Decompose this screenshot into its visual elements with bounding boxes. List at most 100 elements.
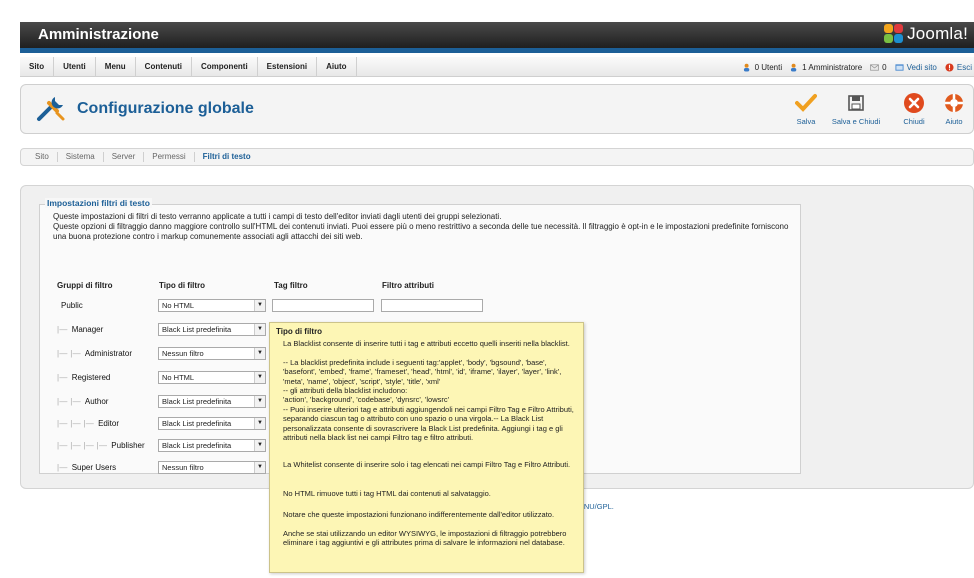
logout-link[interactable]: Esci [945, 63, 972, 72]
filter-type-select[interactable]: Black List predefinita ▼ [158, 417, 266, 430]
group-name: Public [61, 301, 83, 310]
filter-type-select[interactable]: Black List predefinita ▼ [158, 395, 266, 408]
help-label: Aiuto [945, 117, 963, 126]
filter-group-row: |— |— |— Editor [57, 419, 119, 428]
chevron-down-icon: ▼ [254, 300, 265, 311]
chevron-down-icon: ▼ [254, 462, 265, 473]
save-close-label: Salva e Chiudi [831, 117, 881, 126]
group-name: Super Users [71, 463, 117, 472]
view-site-link[interactable]: Vedi sito [895, 63, 937, 72]
close-label: Chiudi [903, 117, 925, 126]
tab-permessi[interactable]: Permessi [144, 152, 195, 162]
filter-type-value: No HTML [162, 301, 195, 310]
filters-description-1: Queste impostazioni di filtri di testo v… [53, 212, 502, 221]
joomla-logo: Joomla! [884, 24, 968, 44]
filters-description: Queste impostazioni di filtri di testo v… [53, 212, 793, 242]
tree-indent: |— |— |— |— [57, 441, 108, 450]
tooltip-paragraph: La Whitelist consente di inserire solo i… [283, 460, 571, 469]
attr-filter-input[interactable] [381, 299, 483, 312]
col-header-attrs: Filtro attributi [382, 281, 434, 290]
tag-filter-input[interactable] [272, 299, 374, 312]
tools-icon [37, 97, 65, 121]
tab-sistema[interactable]: Sistema [58, 152, 104, 162]
filter-group-row: |— |— |— |— Publisher [57, 441, 145, 450]
save-label: Salva [796, 117, 816, 126]
menu-contenuti[interactable]: Contenuti [136, 57, 192, 77]
main-menu-bar: Sito Utenti Menu Contenuti Componenti Es… [20, 57, 974, 77]
save-disk-icon [848, 95, 864, 111]
filter-type-select[interactable]: Black List predefinita ▼ [158, 323, 266, 336]
filter-group-row: |— Registered [57, 373, 110, 382]
help-lifebuoy-icon [945, 94, 963, 112]
filter-type-select[interactable]: No HTML ▼ [158, 371, 266, 384]
filter-group-row: Public [57, 301, 83, 310]
filter-type-select[interactable]: Nessun filtro ▼ [158, 347, 266, 360]
admin-title: Amministrazione [38, 26, 159, 43]
filter-group-row: |— |— Administrator [57, 349, 132, 358]
tooltip-paragraph: Anche se stai utilizzando un editor WYSI… [283, 529, 567, 548]
group-name: Editor [98, 419, 119, 428]
status-users-label: 0 Utenti [754, 62, 783, 72]
tooltip-paragraph: 'action', 'background', 'codebase', 'dyn… [283, 395, 450, 404]
tree-indent: |— |— [57, 349, 81, 358]
save-close-button[interactable]: Salva e Chiudi [827, 91, 885, 126]
help-button[interactable]: Aiuto [937, 91, 971, 126]
logout-icon [945, 62, 954, 72]
col-header-tags: Tag filtro [274, 281, 308, 290]
logout-label: Esci [956, 62, 972, 72]
group-name: Manager [71, 325, 104, 334]
fieldset-legend: Impostazioni filtri di testo [45, 198, 152, 208]
filter-type-value: Black List predefinita [162, 397, 232, 406]
filter-type-value: Black List predefinita [162, 441, 232, 450]
menu-menu[interactable]: Menu [96, 57, 136, 77]
save-button[interactable]: Salva [789, 91, 823, 126]
status-messages-count: 0 [882, 62, 887, 72]
page-title: Configurazione globale [77, 100, 254, 117]
status-users: 0 Utenti [743, 62, 783, 72]
tooltip-paragraph: -- La blacklist predefinita include i se… [283, 358, 562, 386]
tooltip-paragraph: Notare che queste impostazioni funzionan… [283, 510, 555, 519]
checkmark-icon [795, 94, 817, 112]
tree-indent: |— [57, 325, 68, 334]
tab-server[interactable]: Server [104, 152, 145, 162]
chevron-down-icon: ▼ [254, 440, 265, 451]
tree-indent: |— |— |— [57, 419, 95, 428]
group-name: Publisher [111, 441, 145, 450]
close-button[interactable]: Chiudi [897, 91, 931, 126]
group-name: Author [84, 397, 109, 406]
status-admins-label: 1 Amministratore [802, 62, 863, 72]
filter-group-row: |— Manager [57, 325, 103, 334]
header-accent-bar [20, 48, 974, 53]
tooltip-title: Tipo di filtro [276, 327, 323, 336]
status-messages[interactable]: 0 [870, 62, 887, 72]
config-tabs: Sito Sistema Server Permessi Filtri di t… [20, 148, 974, 166]
filter-type-value: Nessun filtro [162, 463, 204, 472]
status-admins: 1 Amministratore [790, 63, 862, 72]
filter-group-row: |— Super Users [57, 463, 116, 472]
menu-sito[interactable]: Sito [20, 57, 55, 77]
tooltip-paragraph: No HTML rimuove tutti i tag HTML dai con… [283, 489, 491, 498]
filter-type-select[interactable]: No HTML ▼ [158, 299, 266, 312]
filter-type-select[interactable]: Nessun filtro ▼ [158, 461, 266, 474]
menu-estensioni[interactable]: Estensioni [258, 57, 318, 77]
chevron-down-icon: ▼ [254, 372, 265, 383]
menu-componenti[interactable]: Componenti [192, 57, 258, 77]
col-header-groups: Gruppi di filtro [57, 281, 113, 290]
filter-type-select[interactable]: Black List predefinita ▼ [158, 439, 266, 452]
tab-filtri-di-testo[interactable]: Filtri di testo [195, 152, 259, 162]
users-icon [743, 63, 749, 72]
joomla-logo-text: Joomla! [907, 24, 968, 43]
filter-type-tooltip: Tipo di filtro La Blacklist consente di … [269, 322, 584, 573]
close-icon [904, 93, 924, 113]
view-site-label: Vedi sito [906, 62, 937, 72]
menu-utenti[interactable]: Utenti [54, 57, 96, 77]
filter-type-value: Nessun filtro [162, 349, 204, 358]
col-header-type: Tipo di filtro [159, 281, 206, 290]
tab-sito[interactable]: Sito [27, 152, 58, 162]
filter-type-value: Black List predefinita [162, 419, 232, 428]
toolbar: Configurazione globale Salva Salva e Chi… [20, 84, 974, 134]
chevron-down-icon: ▼ [254, 418, 265, 429]
chevron-down-icon: ▼ [254, 348, 265, 359]
chevron-down-icon: ▼ [254, 396, 265, 407]
menu-aiuto[interactable]: Aiuto [317, 57, 357, 77]
